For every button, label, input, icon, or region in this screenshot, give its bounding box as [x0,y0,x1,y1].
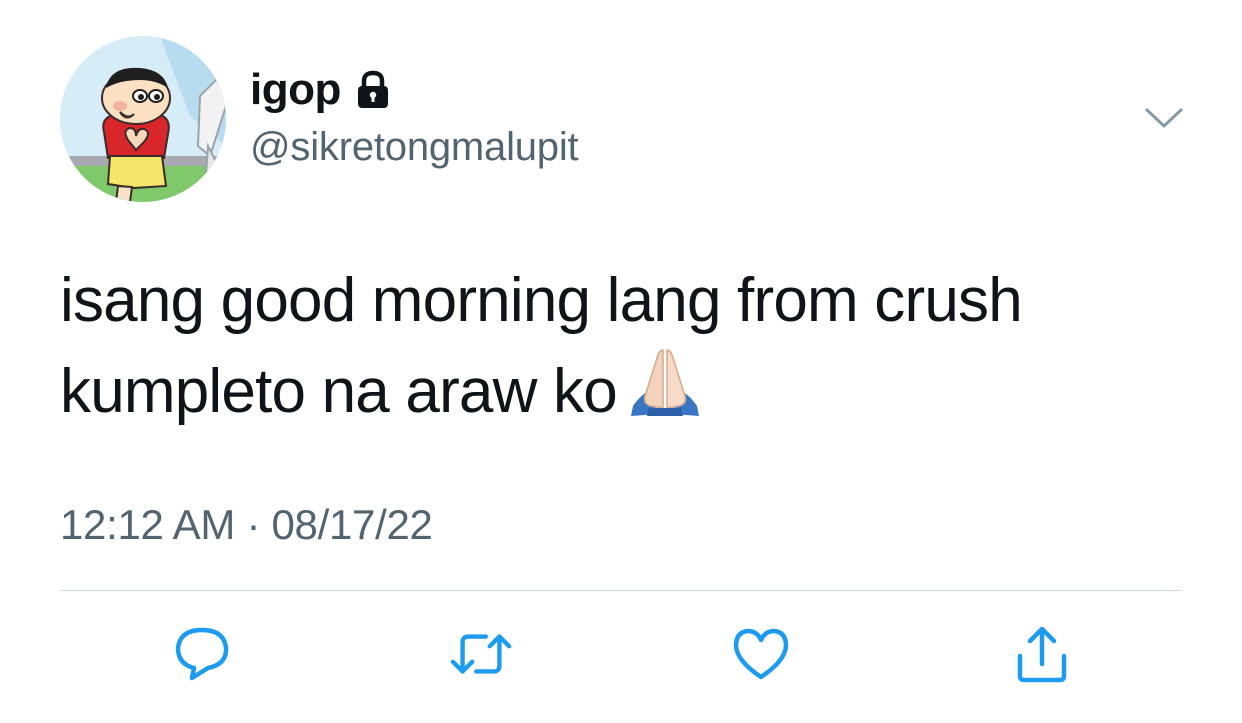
tweet-text: isang good morning lang from crush kumpl… [60,256,1190,437]
tweet-text-line-1: isang good morning lang from crush [60,266,1023,335]
share-icon [1017,626,1067,683]
tweet-card: igop @sikretongmalupit isang good mornin… [0,0,1242,723]
retweet-icon [450,634,512,674]
user-handle[interactable]: @sikretongmalupit [250,122,579,172]
heart-icon [733,628,789,680]
shin-chan-avatar-image [60,36,226,202]
share-button[interactable] [1010,622,1074,686]
user-name-row: igop [250,60,391,120]
tweet-date: 08/17/22 [271,501,433,548]
folded-hands-emoji-icon [627,346,703,418]
tweet-text-line-2: kumpleto na araw ko [60,346,1190,437]
tweet-timestamp[interactable]: 12:12 AM · 08/17/22 [60,497,433,553]
lock-icon [355,70,391,110]
meta-separator: · [246,501,261,548]
divider [60,590,1182,591]
reply-button[interactable] [170,622,234,686]
retweet-button[interactable] [449,622,513,686]
avatar[interactable] [60,36,226,202]
display-name[interactable]: igop [250,60,341,120]
reply-icon [175,627,229,681]
chevron-down-icon[interactable] [1144,104,1184,132]
tweet-text-line-2-text: kumpleto na araw ko [60,357,618,426]
like-button[interactable] [729,622,793,686]
tweet-time: 12:12 AM [60,501,236,548]
